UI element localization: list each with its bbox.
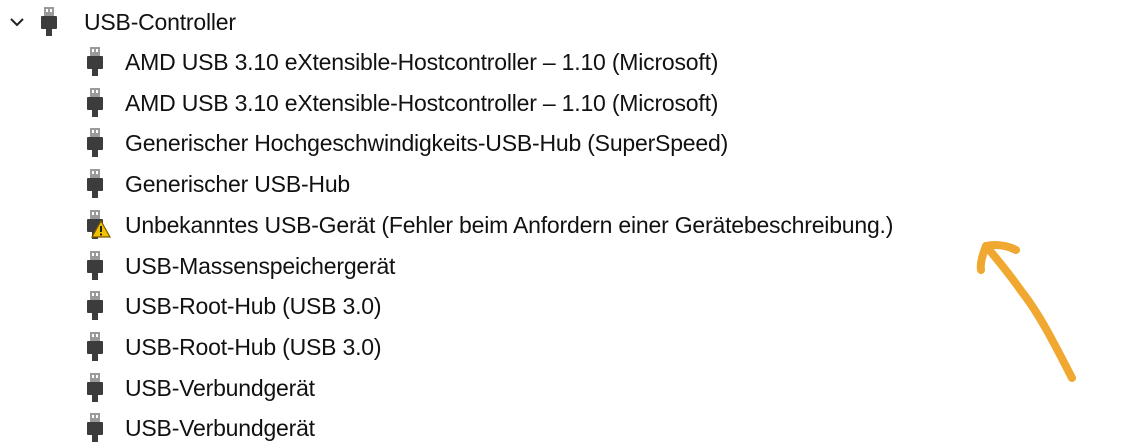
warning-icon [91,219,111,238]
usb-plug-icon [84,169,106,199]
usb-plug-icon [84,331,106,362]
device-label: USB-Verbundgerät [125,374,315,401]
device-item[interactable]: Generischer USB-Hub [84,164,350,204]
usb-plug-icon [84,250,106,281]
device-label: AMD USB 3.10 eXtensible-Hostcontroller –… [125,49,719,75]
device-item[interactable]: USB-Root-Hub (USB 3.0) [84,327,382,367]
device-label: USB-Root-Hub (USB 3.0) [125,333,382,360]
device-item[interactable]: USB-Massenspeichergerät [84,246,395,286]
usb-plug-icon [84,87,106,118]
device-item-warning[interactable]: Unbekanntes USB-Gerät (Fehler beim Anfor… [84,205,893,245]
device-item[interactable]: USB-Verbundgerät [84,408,315,448]
category-label: USB-Controller [84,9,236,35]
device-label: USB-Massenspeichergerät [125,252,396,279]
usb-plug-icon [84,47,106,77]
usb-plug-icon [38,7,60,37]
device-label: Generischer USB-Hub [125,171,351,198]
device-item[interactable]: AMD USB 3.10 eXtensible-Hostcontroller –… [84,83,718,123]
usb-plug-icon [84,291,106,321]
device-item[interactable]: USB-Verbundgerät [84,368,315,408]
device-label: AMD USB 3.10 eXtensible-Hostcontroller –… [125,89,719,116]
category-usb-controller[interactable]: USB-Controller [0,2,236,42]
device-item[interactable]: Generischer Hochgeschwindigkeits-USB-Hub… [84,123,728,163]
device-item[interactable]: USB-Root-Hub (USB 3.0) [84,286,382,326]
device-label: Unbekanntes USB-Gerät (Fehler beim Anfor… [125,211,894,238]
usb-plug-warning-icon [84,209,111,240]
device-label: Generischer Hochgeschwindigkeits-USB-Hub… [125,130,729,157]
device-label: USB-Root-Hub (USB 3.0) [125,293,382,320]
device-item[interactable]: AMD USB 3.10 eXtensible-Hostcontroller –… [84,42,718,82]
usb-plug-icon [84,128,106,158]
chevron-down-icon[interactable] [4,2,30,42]
device-label: USB-Verbundgerät [125,415,315,442]
usb-plug-icon [84,372,106,403]
usb-plug-icon [84,413,106,443]
device-tree: USB-Controller AMD USB 3.10 eXtensible-H… [0,0,1147,443]
